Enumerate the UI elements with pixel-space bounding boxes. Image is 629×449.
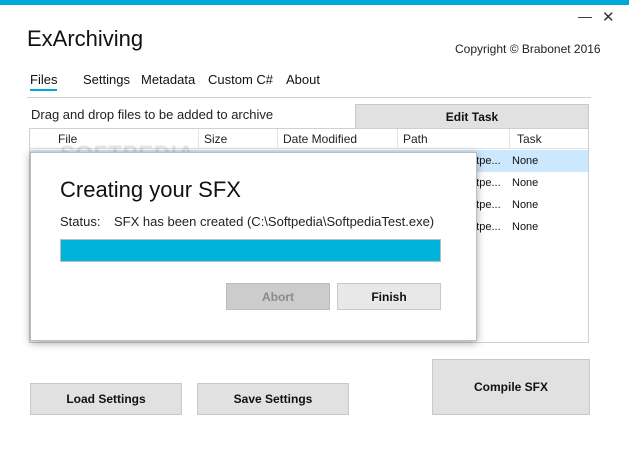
abort-button[interactable]: Abort bbox=[226, 283, 330, 310]
column-divider bbox=[198, 129, 199, 149]
cell-task: None bbox=[512, 199, 539, 211]
compile-sfx-button[interactable]: Compile SFX bbox=[432, 359, 590, 415]
edit-task-button[interactable]: Edit Task bbox=[355, 104, 589, 129]
app-title: ExArchiving bbox=[27, 26, 144, 51]
save-settings-button[interactable]: Save Settings bbox=[197, 383, 349, 415]
drag-drop-hint: Drag and drop files to be added to archi… bbox=[31, 107, 274, 122]
cell-task: None bbox=[512, 221, 539, 233]
cell-task: None bbox=[512, 177, 539, 189]
tab-about[interactable]: About bbox=[286, 72, 320, 87]
create-sfx-dialog: Creating your SFX Status: SFX has been c… bbox=[30, 152, 477, 341]
column-divider bbox=[509, 129, 510, 149]
tab-metadata[interactable]: Metadata bbox=[141, 72, 195, 87]
column-header-path[interactable]: Path bbox=[403, 132, 428, 146]
progress-bar bbox=[60, 239, 441, 262]
status-label: Status: bbox=[60, 214, 101, 229]
column-divider bbox=[277, 129, 278, 149]
column-header-task[interactable]: Task bbox=[517, 132, 542, 146]
tab-divider bbox=[27, 97, 591, 98]
cell-task: None bbox=[512, 155, 539, 167]
column-divider bbox=[397, 129, 398, 149]
close-icon[interactable]: ✕ bbox=[602, 8, 615, 26]
status-text: SFX has been created (C:\Softpedia\Softp… bbox=[114, 214, 435, 229]
minimize-icon[interactable]: — bbox=[578, 8, 592, 24]
copyright-text: Copyright © Brabonet 2016 bbox=[455, 42, 601, 56]
tab-settings[interactable]: Settings bbox=[83, 72, 130, 87]
load-settings-button[interactable]: Load Settings bbox=[30, 383, 182, 415]
column-header-size[interactable]: Size bbox=[204, 132, 227, 146]
column-header-date-modified[interactable]: Date Modified bbox=[283, 132, 357, 146]
dialog-title: Creating your SFX bbox=[60, 177, 241, 202]
title-accent-bar bbox=[0, 0, 629, 5]
tab-custom-csharp[interactable]: Custom C# bbox=[208, 72, 273, 87]
progress-fill bbox=[61, 240, 440, 261]
tab-files[interactable]: Files bbox=[30, 72, 58, 91]
finish-button[interactable]: Finish bbox=[337, 283, 441, 310]
